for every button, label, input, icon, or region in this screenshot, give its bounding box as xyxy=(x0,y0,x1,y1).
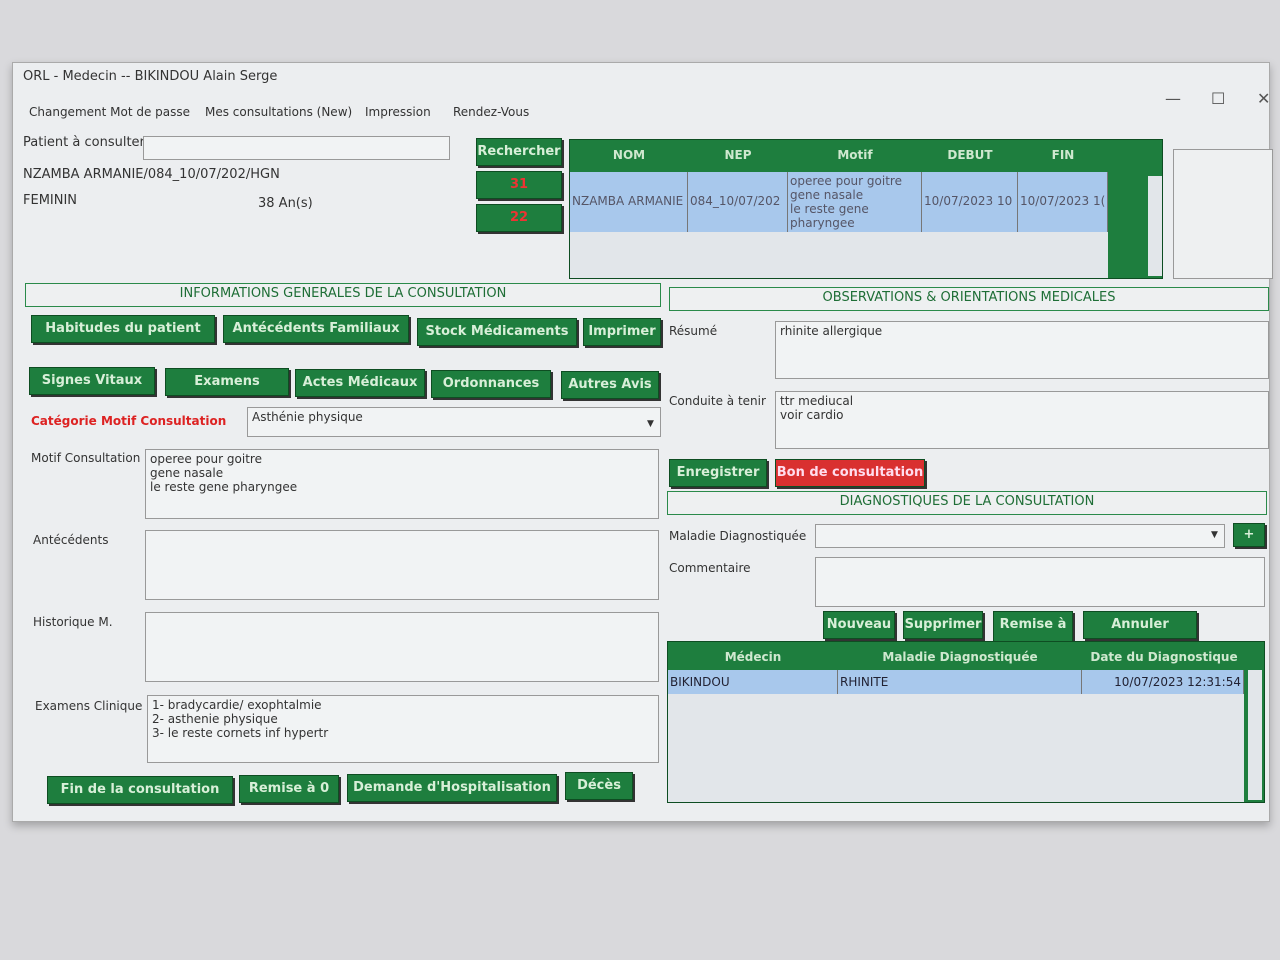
cell-motif: operee pour goitre gene nasale le reste … xyxy=(788,172,922,232)
antecedents-textarea[interactable] xyxy=(145,530,659,600)
hospitalisation-button[interactable]: Demande d'Hospitalisation xyxy=(347,774,557,802)
resume-label: Résumé xyxy=(669,324,718,338)
add-maladie-button[interactable]: + xyxy=(1233,523,1265,547)
motif-textarea[interactable]: operee pour goitre gene nasale le reste … xyxy=(145,449,659,519)
grid-scrollbar[interactable] xyxy=(1148,176,1162,276)
col-fin[interactable]: FIN xyxy=(1018,148,1108,162)
cell-nom: NZAMBA ARMANIE xyxy=(570,172,688,232)
habitudes-button[interactable]: Habitudes du patient xyxy=(31,315,215,343)
supprimer-button[interactable]: Supprimer xyxy=(903,611,983,639)
menu-consultations[interactable]: Mes consultations (New) xyxy=(205,105,352,119)
patient-age: 38 An(s) xyxy=(258,196,313,211)
antecedents-label: Antécédents xyxy=(33,533,109,547)
deces-button[interactable]: Décès xyxy=(565,772,633,800)
menu-password[interactable]: Changement Mot de passe xyxy=(29,105,190,119)
actes-medicaux-button[interactable]: Actes Médicaux xyxy=(295,369,425,397)
motif-label: Motif Consultation xyxy=(31,451,141,465)
nouveau-button[interactable]: Nouveau xyxy=(823,611,895,639)
diagnostics-grid: Médecin Maladie Diagnostiquée Date du Di… xyxy=(667,641,1265,803)
patient-sex: FEMININ xyxy=(23,193,78,208)
historique-label: Historique M. xyxy=(33,615,113,629)
close-button[interactable]: ✕ xyxy=(1257,89,1270,108)
resume-textarea[interactable]: rhinite allergique xyxy=(775,321,1269,379)
categorie-select[interactable]: Asthénie physique xyxy=(247,407,661,437)
ordonnances-button[interactable]: Ordonnances xyxy=(431,370,551,398)
antecedents-familiaux-button[interactable]: Antécédents Familiaux xyxy=(223,315,409,343)
section-diagnostiques: DIAGNOSTIQUES DE LA CONSULTATION xyxy=(667,491,1267,515)
menu-impression[interactable]: Impression xyxy=(365,105,431,119)
col-medecin[interactable]: Médecin xyxy=(668,650,838,664)
table-row[interactable]: NZAMBA ARMANIE 084_10/07/202 operee pour… xyxy=(570,172,1108,232)
examens-clinique-label: Examens Clinique xyxy=(35,699,143,713)
maladie-label: Maladie Diagnostiquée xyxy=(669,529,807,543)
stock-medicaments-button[interactable]: Stock Médicaments xyxy=(417,318,577,346)
app-window: ORL - Medecin -- BIKINDOU Alain Serge — … xyxy=(12,62,1273,822)
maladie-select[interactable] xyxy=(815,524,1225,548)
count-button-2[interactable]: 22 xyxy=(476,204,562,232)
col-nep[interactable]: NEP xyxy=(688,148,788,162)
cell-fin: 10/07/2023 1( xyxy=(1018,172,1108,232)
section-general-info: INFORMATIONS GENERALES DE LA CONSULTATIO… xyxy=(25,283,661,307)
cell-date: 10/07/2023 12:31:54 xyxy=(1082,670,1244,694)
remise-button[interactable]: Remise à 0 xyxy=(239,775,339,803)
chevron-down-icon[interactable]: ▼ xyxy=(647,419,654,429)
categorie-label: Catégorie Motif Consultation xyxy=(31,414,227,428)
cell-medecin: BIKINDOU xyxy=(668,670,838,694)
cell-maladie: RHINITE xyxy=(838,670,1082,694)
col-motif[interactable]: Motif xyxy=(788,148,922,162)
historique-textarea[interactable] xyxy=(145,612,659,682)
autres-avis-button[interactable]: Autres Avis xyxy=(561,371,659,399)
col-maladie[interactable]: Maladie Diagnostiquée xyxy=(838,650,1082,664)
col-nom[interactable]: NOM xyxy=(570,148,688,162)
bon-consultation-button[interactable]: Bon de consultation xyxy=(775,459,925,487)
examens-button[interactable]: Examens xyxy=(165,368,289,396)
annuler-button[interactable]: Annuler xyxy=(1083,611,1197,639)
section-observations: OBSERVATIONS & ORIENTATIONS MEDICALES xyxy=(669,287,1269,311)
conduite-textarea[interactable]: ttr mediucal voir cardio xyxy=(775,391,1269,449)
chevron-down-icon[interactable]: ▼ xyxy=(1211,530,1218,540)
commentaire-textarea[interactable] xyxy=(815,557,1265,607)
photo-frame xyxy=(1173,149,1273,279)
enregistrer-button[interactable]: Enregistrer xyxy=(669,459,767,487)
table-row[interactable]: BIKINDOU RHINITE 10/07/2023 12:31:54 xyxy=(668,670,1244,694)
examens-clinique-textarea[interactable]: 1- bradycardie/ exophtalmie 2- asthenie … xyxy=(147,695,659,763)
signes-vitaux-button[interactable]: Signes Vitaux xyxy=(29,367,155,395)
consultations-grid: NOM NEP Motif DEBUT FIN NZAMBA ARMANIE 0… xyxy=(569,139,1163,279)
fin-consultation-button[interactable]: Fin de la consultation xyxy=(47,776,233,804)
imprimer-button[interactable]: Imprimer xyxy=(583,318,661,346)
menu-rendez-vous[interactable]: Rendez-Vous xyxy=(453,105,529,119)
grid-scrollbar[interactable] xyxy=(1248,670,1262,800)
patient-search-input[interactable] xyxy=(143,136,450,160)
col-date[interactable]: Date du Diagnostique xyxy=(1082,650,1246,664)
patient-label: Patient à consulter xyxy=(23,135,145,150)
count-button-1[interactable]: 31 xyxy=(476,171,562,199)
cell-nep: 084_10/07/202 xyxy=(688,172,788,232)
conduite-label: Conduite à tenir xyxy=(669,394,766,408)
commentaire-label: Commentaire xyxy=(669,561,751,575)
cell-debut: 10/07/2023 10 xyxy=(922,172,1018,232)
minimize-button[interactable]: — xyxy=(1165,89,1181,108)
col-debut[interactable]: DEBUT xyxy=(922,148,1018,162)
maximize-button[interactable]: ☐ xyxy=(1211,89,1225,108)
window-title: ORL - Medecin -- BIKINDOU Alain Serge xyxy=(23,69,278,84)
patient-id: NZAMBA ARMANIE/084_10/07/202/HGN xyxy=(23,167,280,182)
search-button[interactable]: Rechercher xyxy=(476,138,562,166)
